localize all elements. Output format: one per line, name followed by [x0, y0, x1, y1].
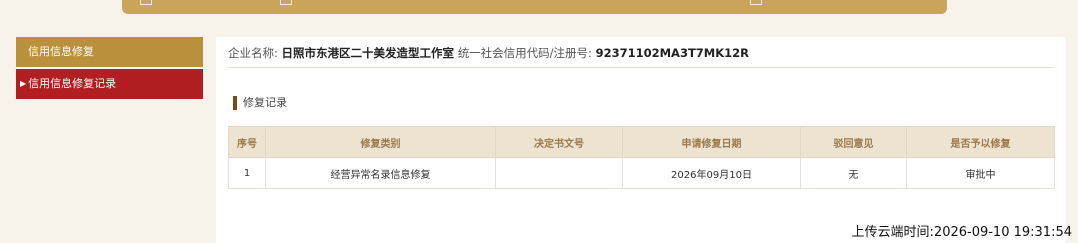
sidebar-item-credit-repair[interactable]: 信用信息修复: [16, 37, 203, 67]
column-header: 修复类别: [265, 126, 496, 158]
column-header: 驳回意见: [800, 126, 907, 158]
table-header-row: 序号 修复类别 决定书文号 申请修复日期 驳回意见 是否予以修复: [228, 126, 1055, 158]
company-info: 企业名称: 日照市东港区二十美发造型工作室 统一社会信用代码/注册号: 9237…: [228, 45, 1054, 68]
table-cell: [495, 157, 623, 189]
sidebar: 信用信息修复 ▶ 信用信息修复记录: [16, 37, 203, 101]
column-header: 是否予以修复: [906, 126, 1055, 158]
company-name-value: 日照市东港区二十美发造型工作室: [281, 46, 455, 60]
repair-records-table: 序号 修复类别 决定书文号 申请修复日期 驳回意见 是否予以修复 1 经营异常名…: [228, 126, 1055, 189]
section-title: 修复记录: [233, 96, 287, 110]
top-banner: [122, 0, 947, 14]
banner-icon[interactable]: [140, 0, 152, 5]
table-row: 1 经营异常名录信息修复 2026年09月10日 无 审批中: [228, 157, 1055, 189]
column-header: 申请修复日期: [622, 126, 801, 158]
table-cell: 经营异常名录信息修复: [265, 157, 496, 189]
sidebar-item-label: 信用信息修复: [28, 45, 94, 58]
table-cell: 1: [228, 157, 266, 189]
table-cell: 2026年09月10日: [622, 157, 801, 189]
column-header: 决定书文号: [495, 126, 623, 158]
table-cell: 无: [800, 157, 907, 189]
credit-code-value: 92371102MA3T7MK12R: [595, 46, 750, 60]
sidebar-item-credit-repair-records[interactable]: ▶ 信用信息修复记录: [16, 69, 203, 99]
banner-icon[interactable]: [750, 0, 762, 5]
upload-timestamp: 上传云端时间:2026-09-10 19:31:54: [851, 225, 1072, 240]
main-panel: 企业名称: 日照市东港区二十美发造型工作室 统一社会信用代码/注册号: 9237…: [216, 37, 1066, 243]
table-cell: 审批中: [906, 157, 1055, 189]
column-header: 序号: [228, 126, 266, 158]
banner-icon[interactable]: [280, 0, 292, 5]
sidebar-item-label: 信用信息修复记录: [28, 77, 117, 90]
credit-code-label: 统一社会信用代码/注册号:: [457, 46, 592, 60]
company-name-label: 企业名称:: [228, 46, 278, 60]
caret-right-icon: ▶: [20, 79, 27, 88]
